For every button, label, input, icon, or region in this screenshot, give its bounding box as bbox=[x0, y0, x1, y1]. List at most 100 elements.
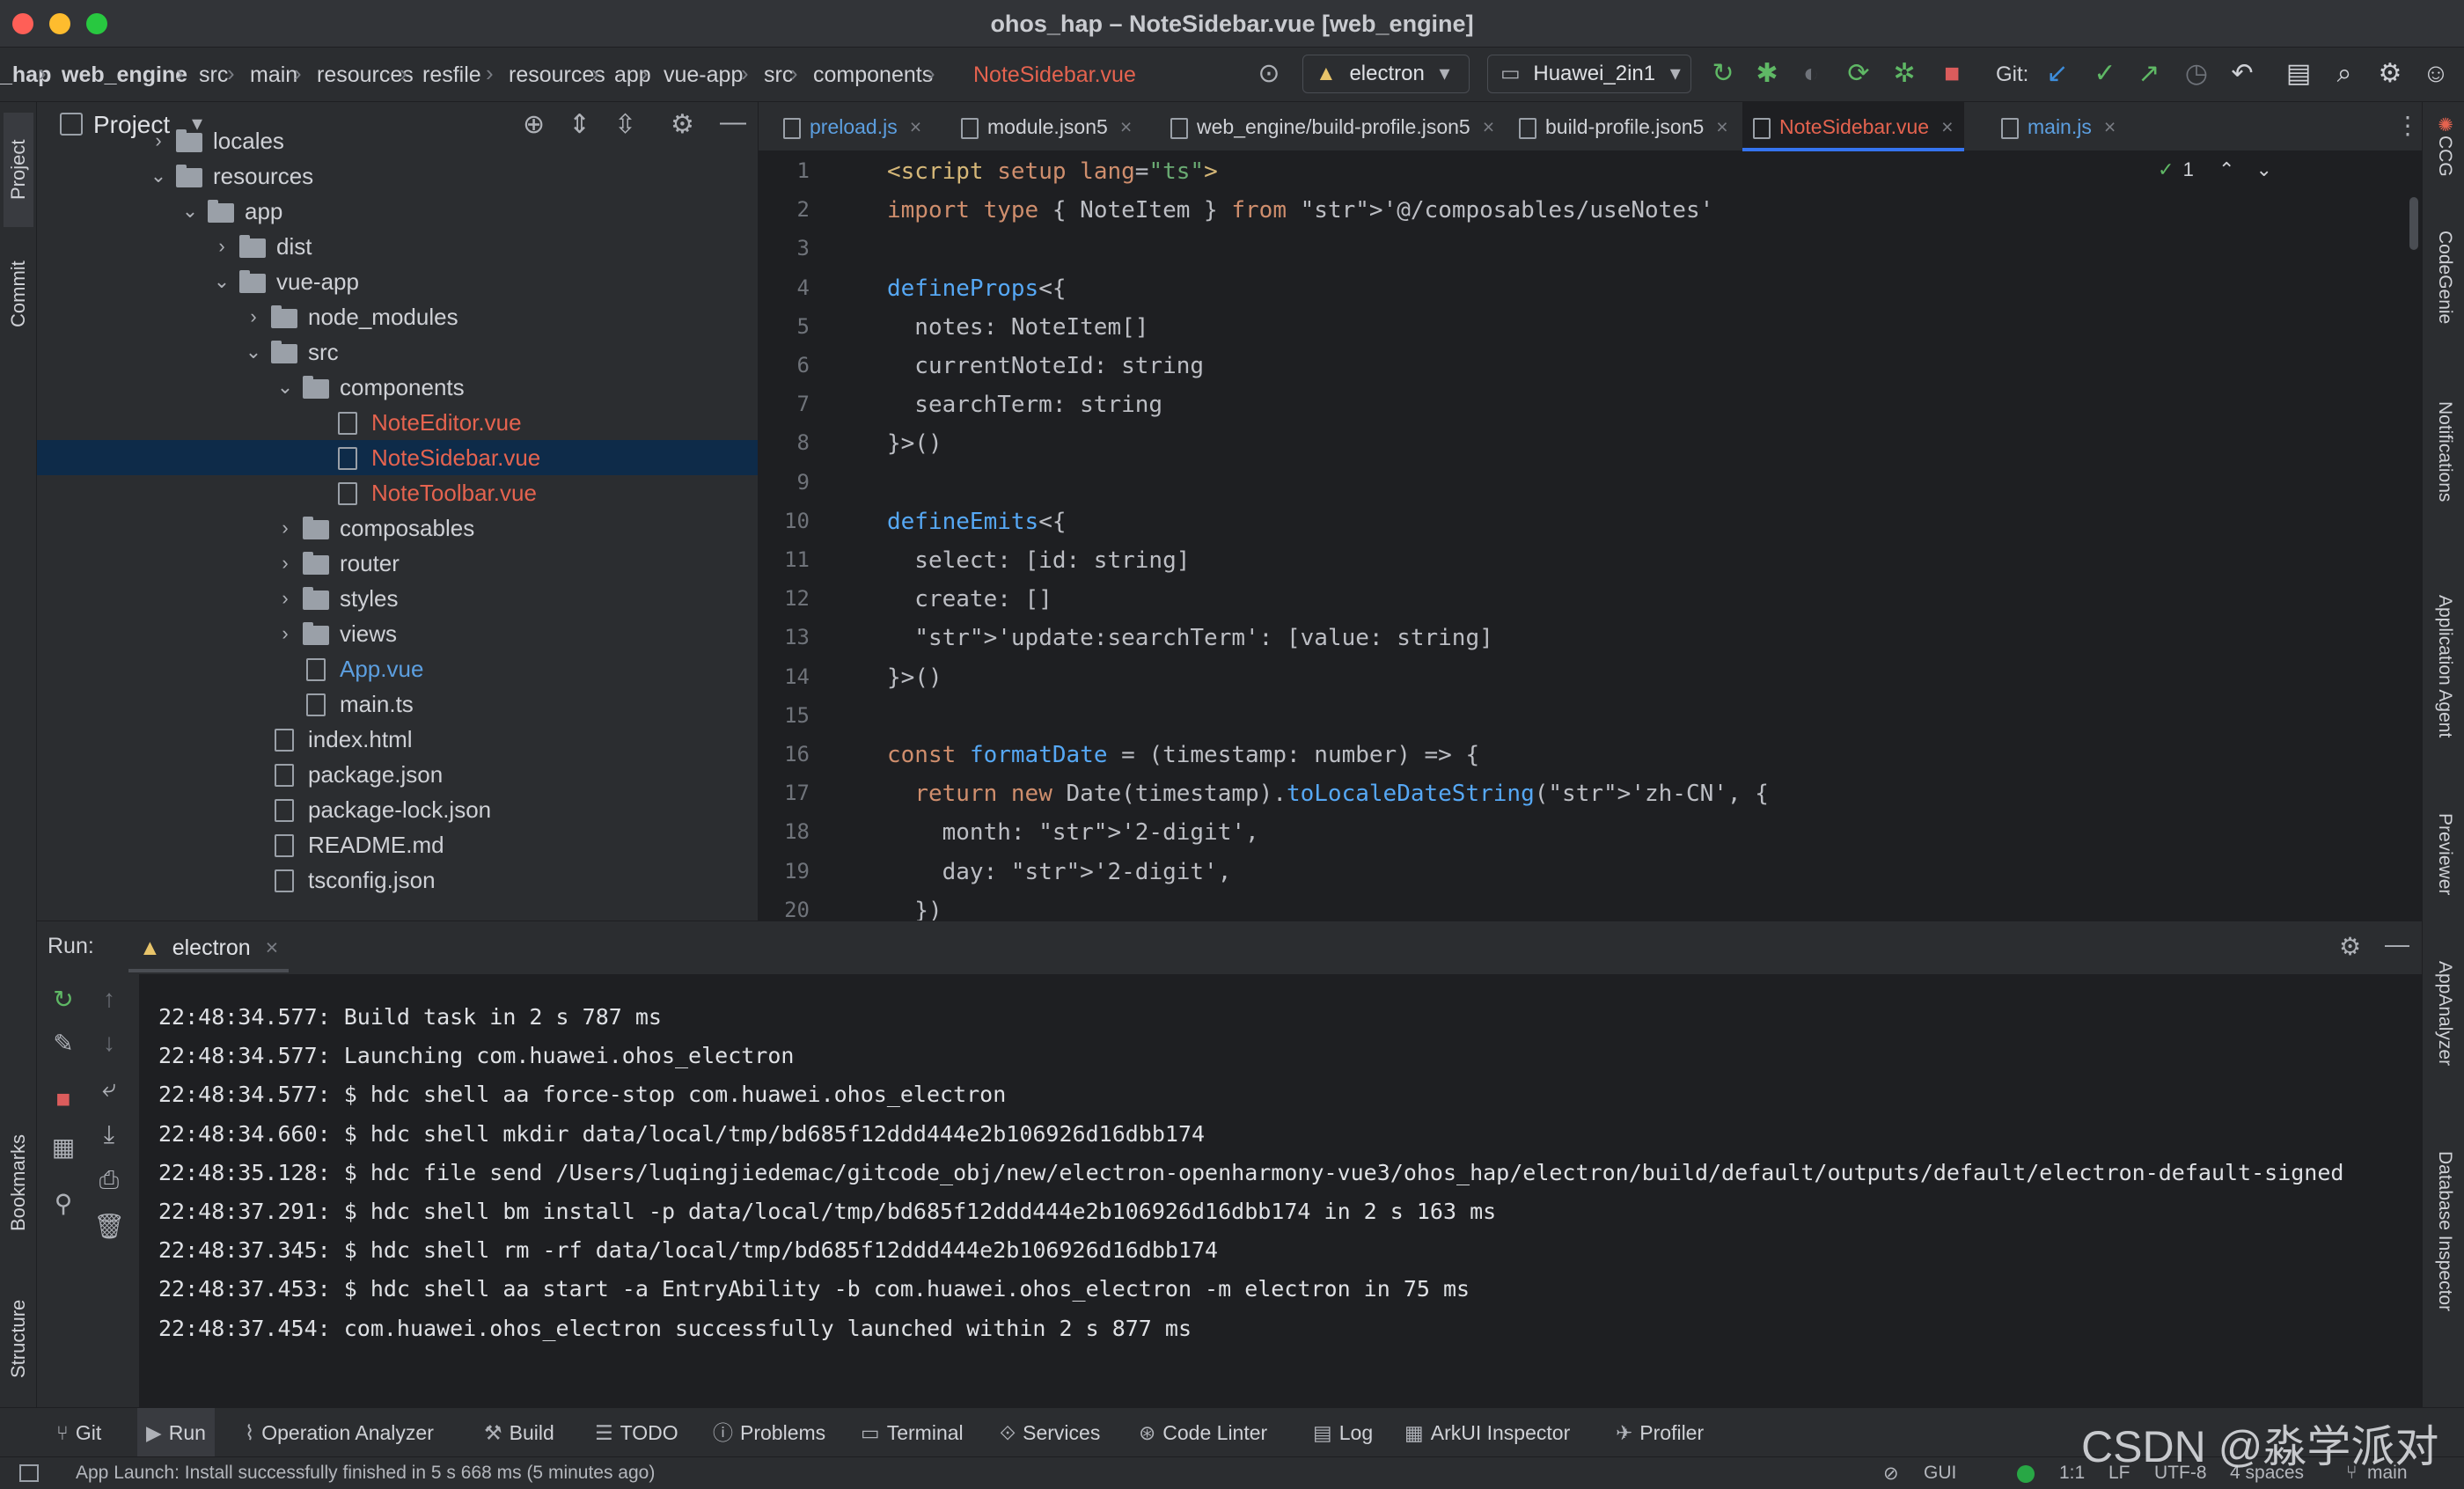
run-tab-electron[interactable]: ▲ electron × bbox=[128, 930, 290, 972]
codegenie-tool-tab[interactable]: CodeGenie bbox=[2430, 231, 2460, 380]
layout-icon[interactable]: ▦ bbox=[48, 1133, 79, 1162]
breadcrumb-item[interactable]: components bbox=[813, 62, 933, 88]
debug-restart-icon[interactable]: ✲ bbox=[1888, 58, 1920, 90]
tree-node[interactable]: App.vue bbox=[37, 651, 758, 686]
tool-window-log[interactable]: ▤ Log bbox=[1313, 1408, 1373, 1457]
close-icon[interactable]: × bbox=[1716, 115, 1727, 138]
breadcrumb-item[interactable]: main bbox=[250, 62, 297, 88]
editor-tab[interactable]: NoteSidebar.vue × bbox=[1742, 102, 1964, 151]
chevron-down-icon[interactable]: ⌄ bbox=[148, 158, 169, 194]
pin-icon[interactable]: ⚲ bbox=[48, 1189, 79, 1218]
chevron-down-icon[interactable]: ⌄ bbox=[211, 264, 232, 299]
tool-window-profiler[interactable]: ✈ Profiler bbox=[1616, 1408, 1704, 1457]
scroll-to-end-icon[interactable]: ⤓ bbox=[93, 1120, 125, 1149]
appanalyzer-tool-tab[interactable]: AppAnalyzer bbox=[2430, 961, 2460, 1111]
tool-window-operation-analyzer[interactable]: ⌇ Operation Analyzer bbox=[245, 1408, 434, 1457]
tree-node[interactable]: NoteEditor.vue bbox=[37, 405, 758, 440]
structure-tool-tab[interactable]: Structure bbox=[4, 1273, 33, 1405]
editor-tab[interactable]: preload.js × bbox=[773, 102, 932, 151]
tree-node[interactable]: ⌄ resources bbox=[37, 158, 758, 194]
chevron-right-icon[interactable]: › bbox=[148, 123, 169, 158]
tool-window-git[interactable]: ⑂ Git bbox=[56, 1408, 101, 1457]
tree-node[interactable]: › styles bbox=[37, 581, 758, 616]
commit-tool-tab[interactable]: Commit bbox=[4, 241, 33, 347]
arrow-up-icon[interactable]: ↑ bbox=[93, 985, 125, 1013]
close-icon[interactable]: × bbox=[1120, 115, 1132, 138]
tree-node[interactable]: index.html bbox=[37, 722, 758, 757]
tool-window-arkui-inspector[interactable]: ▦ ArkUI Inspector bbox=[1404, 1408, 1570, 1457]
attach-debugger-icon[interactable]: ◐ bbox=[1795, 58, 1827, 90]
breadcrumb-item[interactable]: resfile bbox=[422, 62, 481, 88]
tree-node[interactable]: › locales bbox=[37, 123, 758, 158]
account-icon[interactable]: ☺ bbox=[2420, 58, 2452, 90]
database-inspector-tool-tab[interactable]: Database Inspector bbox=[2430, 1151, 2460, 1362]
chevron-up-icon[interactable]: ⌃ bbox=[2218, 158, 2234, 180]
hide-panel-icon[interactable]: — bbox=[2385, 930, 2409, 958]
gear-icon[interactable]: ⚙ bbox=[2374, 58, 2406, 90]
run-console[interactable]: 22:48:34.577: Build task in 2 s 787 ms 22… bbox=[139, 974, 2422, 1408]
chevron-down-icon[interactable]: ⌄ bbox=[275, 370, 296, 405]
tool-window-build[interactable]: ⚒ Build bbox=[484, 1408, 554, 1457]
tree-node[interactable]: › node_modules bbox=[37, 299, 758, 334]
rerun-icon[interactable]: ↻ bbox=[48, 985, 79, 1014]
editor-tab[interactable]: build-profile.json5 × bbox=[1508, 102, 1739, 151]
chevron-right-icon[interactable]: › bbox=[275, 510, 296, 546]
application-agent-tool-tab[interactable]: Application Agent bbox=[2430, 595, 2460, 797]
breadcrumb-item[interactable]: src bbox=[764, 62, 793, 88]
close-icon[interactable]: × bbox=[1941, 115, 1953, 138]
chevron-right-icon[interactable]: › bbox=[275, 616, 296, 651]
print-icon[interactable]: ⎙ bbox=[93, 1166, 125, 1195]
close-icon[interactable]: × bbox=[910, 115, 921, 138]
tool-window-run[interactable]: ▶ Run bbox=[137, 1408, 215, 1457]
tree-node[interactable]: package-lock.json bbox=[37, 792, 758, 827]
tree-node[interactable]: ⌄ components bbox=[37, 370, 758, 405]
gui-indicator[interactable]: GUI bbox=[1924, 1463, 1956, 1484]
power-save-icon[interactable]: ⊘ bbox=[1883, 1463, 1899, 1485]
close-icon[interactable]: × bbox=[1483, 115, 1494, 138]
editor-tab[interactable]: main.js × bbox=[1991, 102, 2126, 151]
breadcrumb-item[interactable]: NoteSidebar.vue bbox=[973, 62, 1136, 88]
stop-icon[interactable]: ■ bbox=[48, 1085, 79, 1113]
stop-icon[interactable]: ■ bbox=[1936, 58, 1968, 90]
wrench-icon[interactable]: ✎ bbox=[48, 1029, 79, 1058]
bookmarks-tool-tab[interactable]: Bookmarks bbox=[4, 1112, 33, 1253]
chevron-right-icon[interactable]: › bbox=[243, 299, 264, 334]
tree-node[interactable]: › dist bbox=[37, 229, 758, 264]
chevron-down-icon[interactable]: ⌄ bbox=[2256, 158, 2272, 180]
close-icon[interactable]: × bbox=[2104, 115, 2116, 138]
chevron-right-icon[interactable]: › bbox=[275, 581, 296, 616]
previewer-tool-tab[interactable]: Previewer bbox=[2430, 813, 2460, 936]
editor-tab[interactable]: web_engine/build-profile.json5 × bbox=[1160, 102, 1505, 151]
tree-node[interactable]: NoteToolbar.vue bbox=[37, 475, 758, 510]
tree-node[interactable]: NoteSidebar.vue bbox=[37, 440, 758, 475]
close-icon[interactable]: × bbox=[266, 935, 279, 960]
editor-scrollbar[interactable] bbox=[2409, 197, 2418, 250]
device-select[interactable]: ▭ Huawei_2in1 ▾ bbox=[1487, 55, 1691, 93]
tree-node[interactable]: README.md bbox=[37, 827, 758, 862]
gear-icon[interactable]: ⚙ bbox=[2339, 932, 2361, 961]
breadcrumb-item[interactable]: vue-app bbox=[664, 62, 743, 88]
git-update-icon[interactable]: ↙ bbox=[2042, 58, 2073, 90]
trash-icon[interactable]: 🗑 bbox=[93, 1212, 125, 1241]
target-icon[interactable]: ⊙ bbox=[1253, 58, 1285, 90]
project-structure-icon[interactable]: ▤ bbox=[2283, 58, 2314, 90]
project-tool-tab[interactable]: Project bbox=[4, 113, 33, 227]
notifications-tool-tab[interactable]: Notifications bbox=[2430, 401, 2460, 577]
chevron-right-icon[interactable]: › bbox=[275, 546, 296, 581]
chevron-right-icon[interactable]: › bbox=[211, 229, 232, 264]
ccg-tool-tab[interactable]: ✺ CCG bbox=[2430, 114, 2460, 211]
soft-wrap-icon[interactable]: ⤶ bbox=[93, 1075, 125, 1104]
git-push-icon[interactable]: ↗ bbox=[2133, 58, 2165, 90]
history-icon[interactable]: ◷ bbox=[2181, 58, 2212, 90]
editor-tab[interactable]: module.json5 × bbox=[950, 102, 1142, 151]
toggle-tool-windows-icon[interactable] bbox=[19, 1464, 39, 1482]
tree-node[interactable]: ⌄ vue-app bbox=[37, 264, 758, 299]
run-config-select[interactable]: ▲ electron ▾ bbox=[1302, 55, 1470, 93]
tree-node[interactable]: tsconfig.json bbox=[37, 862, 758, 898]
breadcrumb-item[interactable]: src bbox=[199, 62, 228, 88]
more-tabs-icon[interactable]: ⋮ bbox=[2395, 111, 2420, 140]
tree-node[interactable]: › composables bbox=[37, 510, 758, 546]
tool-window-problems[interactable]: ⓘ Problems bbox=[713, 1408, 825, 1457]
tree-node[interactable]: › router bbox=[37, 546, 758, 581]
tree-node[interactable]: ⌄ app bbox=[37, 194, 758, 229]
